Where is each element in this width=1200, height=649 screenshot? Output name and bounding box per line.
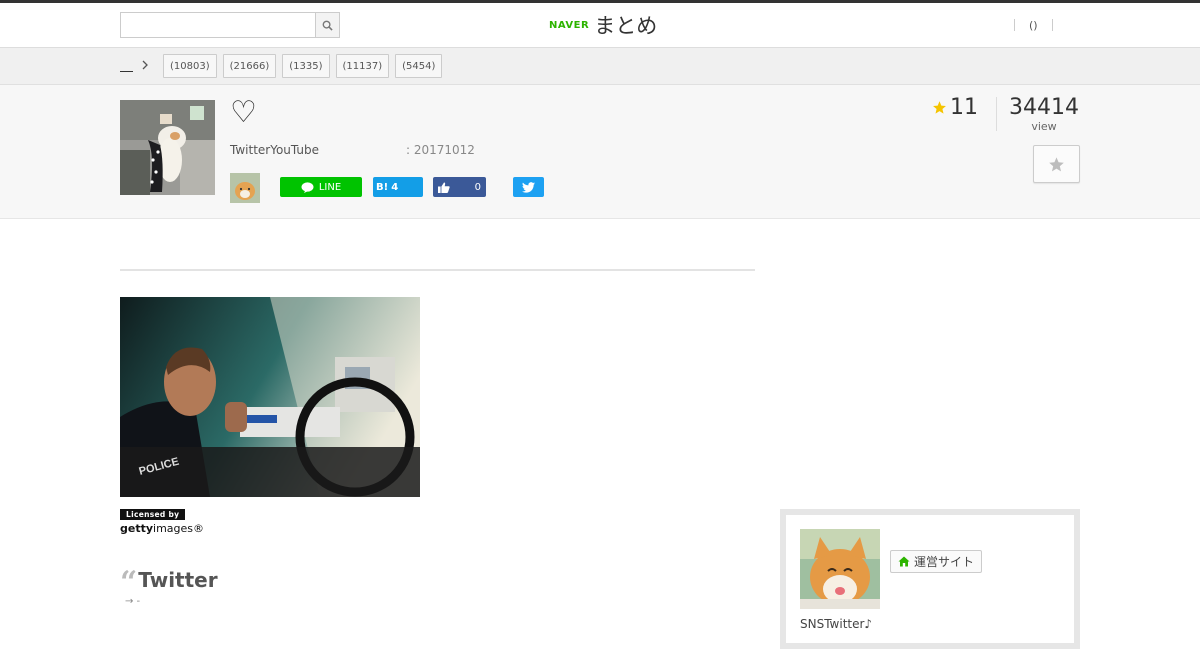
twitter-share-button[interactable]	[513, 177, 544, 197]
article-thumbnail	[120, 100, 215, 195]
separator	[1051, 19, 1053, 31]
facebook-like-count: 0	[474, 181, 481, 193]
section-heading: “ Twitter	[120, 562, 218, 598]
breadcrumb	[120, 59, 149, 73]
section-subtext: → -	[125, 596, 141, 607]
tag-chip[interactable]: (11137)	[335, 54, 390, 78]
header-link[interactable]: ()	[1015, 19, 1052, 32]
getty-credit: Licensed by gettyimages®	[120, 502, 204, 535]
curator-site-label: 運営サイト	[914, 555, 975, 569]
logo-title: まとめ	[594, 14, 658, 38]
site-logo[interactable]: NAVER まとめ	[549, 11, 657, 39]
line-share-label: LINE	[318, 181, 342, 193]
quote-mark-icon: “	[120, 565, 138, 600]
section-title: Twitter	[138, 568, 218, 592]
hatena-count: 4	[391, 181, 399, 193]
search-icon	[322, 20, 333, 31]
star-icon	[933, 101, 946, 114]
view-count-value: 34414	[1009, 95, 1079, 120]
curator-card: 運営サイト SNSTwitter♪	[780, 509, 1080, 649]
article-title-heart: ♡	[230, 95, 257, 130]
article-description: TwitterYouTube	[230, 143, 320, 157]
header-links: ()	[1014, 17, 1053, 33]
view-count-label: view	[1031, 120, 1057, 133]
favorite-count: 11	[932, 95, 978, 120]
tag-chip[interactable]: (10803)	[163, 54, 217, 78]
chevron-right-icon	[142, 59, 149, 73]
tag-chip[interactable]: (5454)	[395, 54, 443, 78]
stats-divider	[996, 97, 997, 131]
article-date: : 20171012	[406, 143, 475, 157]
home-icon	[898, 556, 910, 567]
line-share-button[interactable]: LINE	[280, 177, 362, 197]
view-count: 34414 view	[1005, 95, 1083, 133]
hatena-label: B!	[376, 181, 389, 193]
tag-chip[interactable]: (21666)	[222, 54, 277, 78]
author-avatar[interactable]	[230, 173, 260, 203]
search-button[interactable]	[315, 13, 339, 37]
curator-site-button[interactable]: 運営サイト	[890, 550, 983, 573]
getty-licensed-label: Licensed by	[120, 509, 186, 520]
tag-list: (10803) (21666) (1335) (11137) (5454)	[163, 54, 443, 78]
logo-brand: NAVER	[549, 19, 590, 31]
search-box	[120, 12, 340, 38]
favorite-count-value: 11	[950, 95, 978, 120]
thumbs-up-icon	[438, 181, 450, 193]
article-photo: POLICE	[120, 297, 420, 497]
search-input[interactable]	[121, 13, 316, 37]
hatena-bookmark-button[interactable]: B! 4	[373, 177, 423, 197]
content-divider	[120, 269, 755, 271]
breadcrumb-home-link[interactable]	[120, 61, 133, 72]
twitter-bird-icon	[522, 181, 535, 193]
site-header: NAVER まとめ ()	[0, 3, 1200, 48]
curator-description: SNSTwitter♪	[800, 617, 873, 631]
getty-logo: gettyimages®	[120, 522, 204, 535]
star-icon	[1049, 156, 1064, 171]
tag-chip[interactable]: (1335)	[282, 54, 330, 78]
category-bar: (10803) (21666) (1335) (11137) (5454)	[0, 48, 1200, 85]
curator-avatar[interactable]	[800, 529, 880, 609]
facebook-like-button[interactable]: 0	[433, 177, 486, 197]
article-header: ♡ TwitterYouTube : 20171012 LINE B! 4 0 …	[0, 85, 1200, 219]
getty-brand-rest: images®	[153, 522, 205, 535]
getty-brand-bold: getty	[120, 522, 154, 535]
add-favorite-button[interactable]	[1033, 145, 1080, 183]
line-icon	[301, 181, 314, 193]
